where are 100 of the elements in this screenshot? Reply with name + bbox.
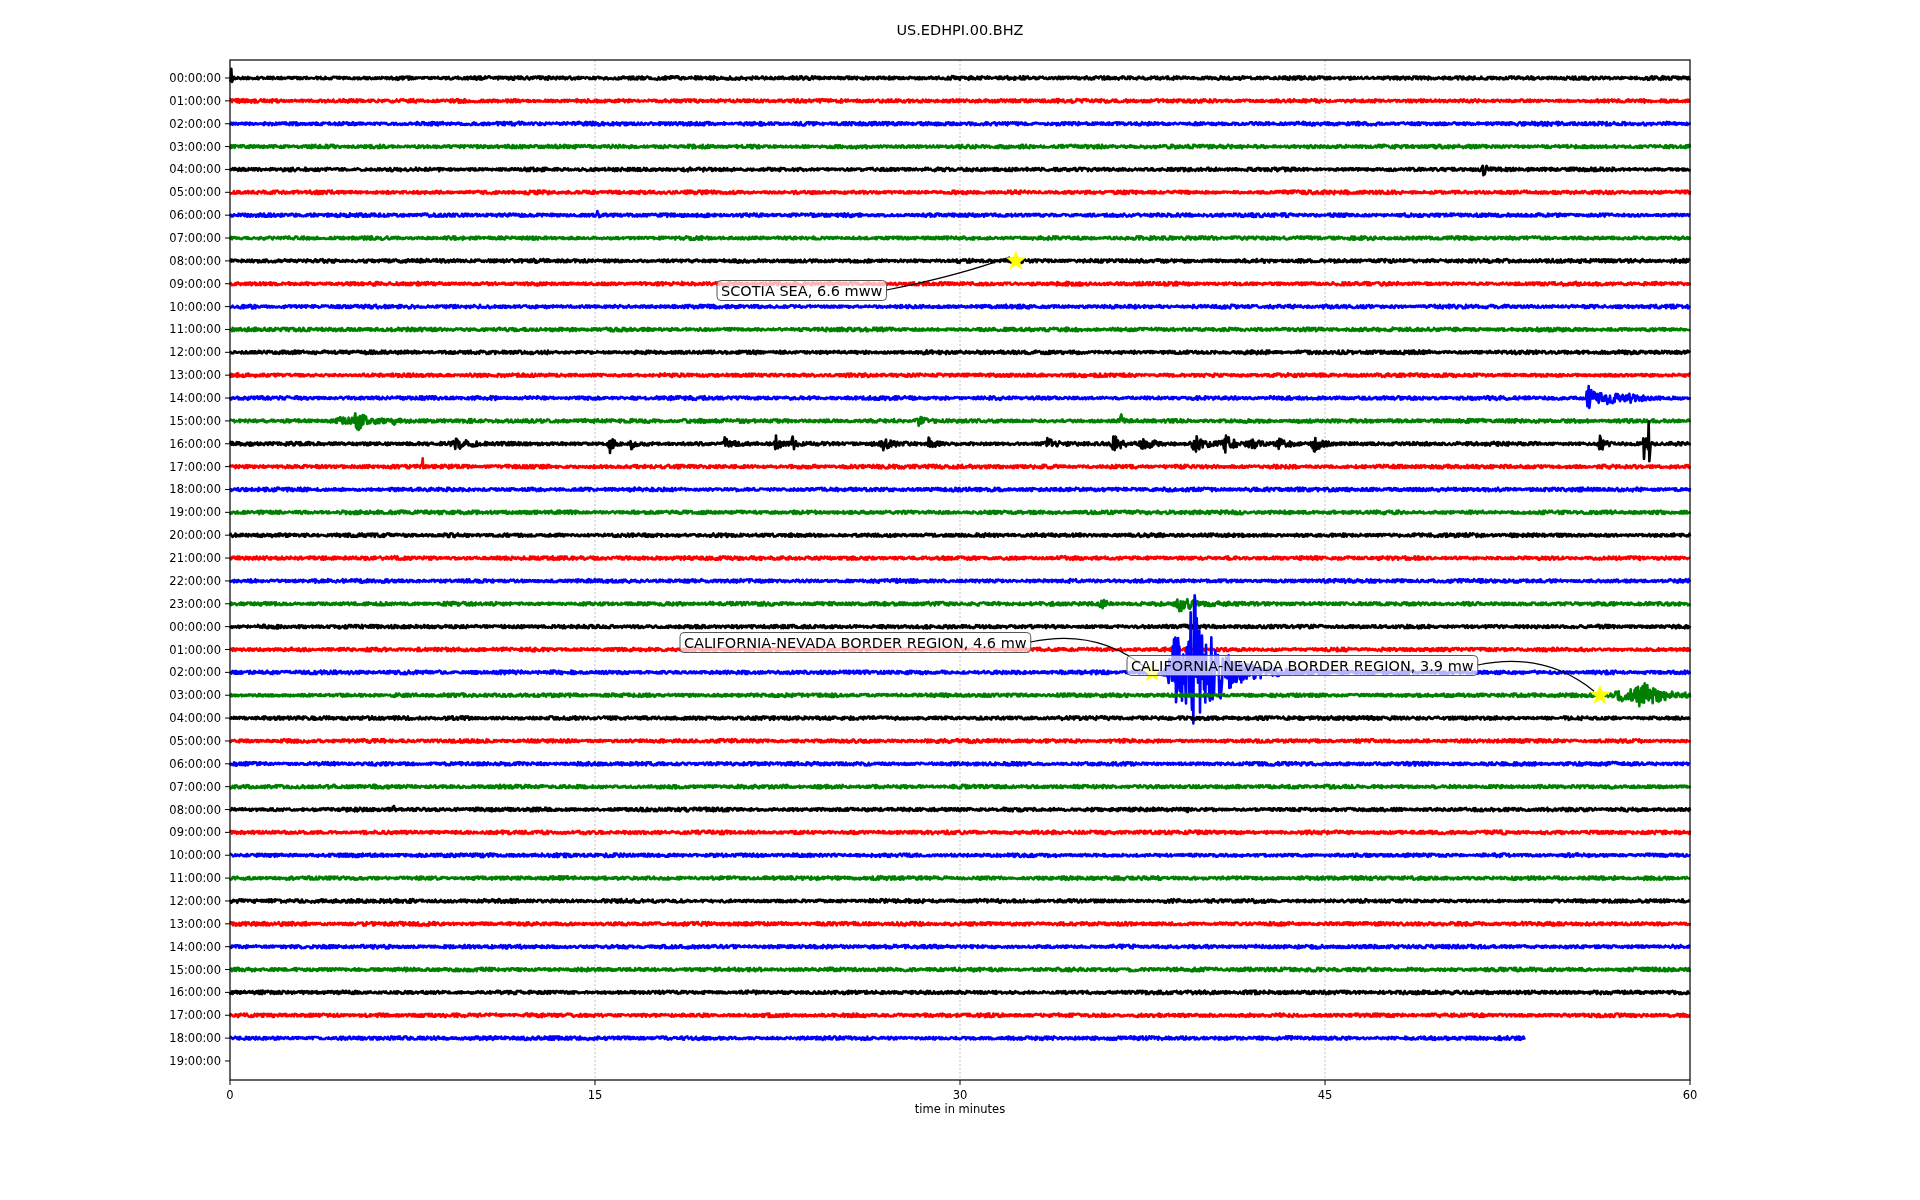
- tick-mark: [224, 1014, 231, 1016]
- time-label: 07:00:00: [169, 779, 221, 794]
- tick-mark: [224, 306, 231, 308]
- star-icon: [1590, 684, 1610, 704]
- tick-mark: [224, 1060, 231, 1062]
- time-label: 14:00:00: [169, 391, 221, 406]
- tick-mark: [224, 328, 231, 330]
- time-label: 00:00:00: [169, 619, 221, 634]
- tick-mark: [224, 877, 231, 879]
- tick-mark: [224, 123, 231, 125]
- tick-mark: [224, 191, 231, 193]
- tick-mark: [224, 420, 231, 422]
- tick-mark: [224, 557, 231, 559]
- tick-mark: [224, 260, 231, 262]
- tick-mark: [959, 1079, 961, 1086]
- tick-mark: [224, 809, 231, 810]
- time-label: 04:00:00: [169, 711, 221, 726]
- tick-mark: [224, 534, 231, 536]
- tick-mark: [224, 900, 231, 902]
- tick-mark: [224, 626, 231, 628]
- tick-mark: [224, 237, 231, 239]
- time-label: 18:00:00: [169, 1031, 221, 1046]
- time-label: 10:00:00: [169, 848, 221, 863]
- tick-mark: [224, 168, 231, 170]
- time-label: 06:00:00: [169, 756, 221, 771]
- axis-tick-label: 30: [952, 1088, 968, 1102]
- tick-mark: [224, 374, 231, 376]
- tick-mark: [224, 603, 231, 605]
- time-label: 06:00:00: [169, 208, 221, 223]
- time-label: 03:00:00: [169, 688, 221, 703]
- tick-mark: [224, 969, 231, 971]
- tick-mark: [224, 671, 231, 673]
- tick-mark: [594, 1079, 596, 1086]
- tick-mark: [224, 740, 231, 742]
- time-label: 08:00:00: [169, 802, 221, 817]
- time-label: 05:00:00: [169, 733, 221, 748]
- axis-tick-label: 60: [1682, 1088, 1698, 1102]
- time-label: 09:00:00: [169, 825, 221, 840]
- axis-tick-label: 15: [587, 1088, 603, 1102]
- tick-mark: [224, 946, 231, 948]
- time-label: 20:00:00: [169, 528, 221, 543]
- time-label: 22:00:00: [169, 573, 221, 588]
- time-label: 17:00:00: [169, 459, 221, 474]
- tick-mark: [224, 694, 231, 696]
- time-label: 08:00:00: [169, 253, 221, 268]
- time-label: 16:00:00: [169, 985, 221, 1000]
- time-label: 01:00:00: [169, 93, 221, 108]
- tick-mark: [224, 77, 231, 79]
- tick-mark: [224, 717, 231, 719]
- time-label: 10:00:00: [169, 299, 221, 314]
- star-icon: [1006, 250, 1026, 270]
- tick-mark: [224, 786, 231, 788]
- event-label: CALIFORNIA-NEVADA BORDER REGION, 3.9 mw: [1126, 655, 1479, 676]
- time-label: 11:00:00: [169, 322, 221, 337]
- event-label: SCOTIA SEA, 6.6 mww: [716, 280, 888, 301]
- time-label: 19:00:00: [169, 505, 221, 520]
- time-label: 02:00:00: [169, 665, 221, 680]
- tick-mark: [224, 831, 231, 833]
- time-label: 23:00:00: [169, 596, 221, 611]
- time-label: 15:00:00: [169, 962, 221, 977]
- tick-mark: [224, 397, 231, 399]
- tick-mark: [224, 489, 231, 490]
- tick-mark: [224, 443, 231, 445]
- tick-mark: [224, 511, 231, 513]
- time-label: 21:00:00: [169, 551, 221, 566]
- event-label: CALIFORNIA-NEVADA BORDER REGION, 4.6 mw: [679, 632, 1032, 653]
- time-label: 00:00:00: [169, 71, 221, 85]
- tick-mark: [224, 580, 231, 582]
- axis-tick-label: 45: [1317, 1088, 1333, 1102]
- time-label: 05:00:00: [169, 185, 221, 200]
- time-label: 12:00:00: [169, 893, 221, 908]
- tick-mark: [224, 146, 231, 148]
- time-label: 13:00:00: [169, 916, 221, 931]
- time-label: 07:00:00: [169, 231, 221, 245]
- time-label: 04:00:00: [169, 162, 221, 177]
- time-label: 13:00:00: [169, 368, 221, 383]
- tick-mark: [224, 214, 231, 216]
- tick-mark: [229, 1079, 231, 1086]
- time-label: 19:00:00: [169, 1054, 221, 1068]
- time-label: 16:00:00: [169, 436, 221, 451]
- axis-title: time in minutes: [914, 1102, 1006, 1116]
- tick-mark: [224, 763, 231, 765]
- time-label: 11:00:00: [169, 871, 221, 886]
- time-label: 14:00:00: [169, 939, 221, 954]
- time-label: 02:00:00: [169, 116, 221, 131]
- chart-title: US.EDHPI.00.BHZ: [896, 22, 1024, 38]
- tick-mark: [1689, 1079, 1691, 1086]
- tick-mark: [224, 991, 231, 993]
- time-label: 15:00:00: [169, 413, 221, 428]
- tick-mark: [224, 649, 231, 650]
- time-label: 17:00:00: [169, 1008, 221, 1023]
- time-label: 12:00:00: [169, 345, 221, 360]
- time-label: 03:00:00: [169, 139, 221, 154]
- tick-mark: [224, 854, 231, 856]
- tick-mark: [224, 1037, 231, 1039]
- tick-mark: [224, 283, 231, 285]
- tick-mark: [224, 466, 231, 468]
- axis-tick-label: 0: [226, 1088, 234, 1102]
- tick-mark: [1324, 1079, 1326, 1086]
- tick-mark: [224, 923, 231, 925]
